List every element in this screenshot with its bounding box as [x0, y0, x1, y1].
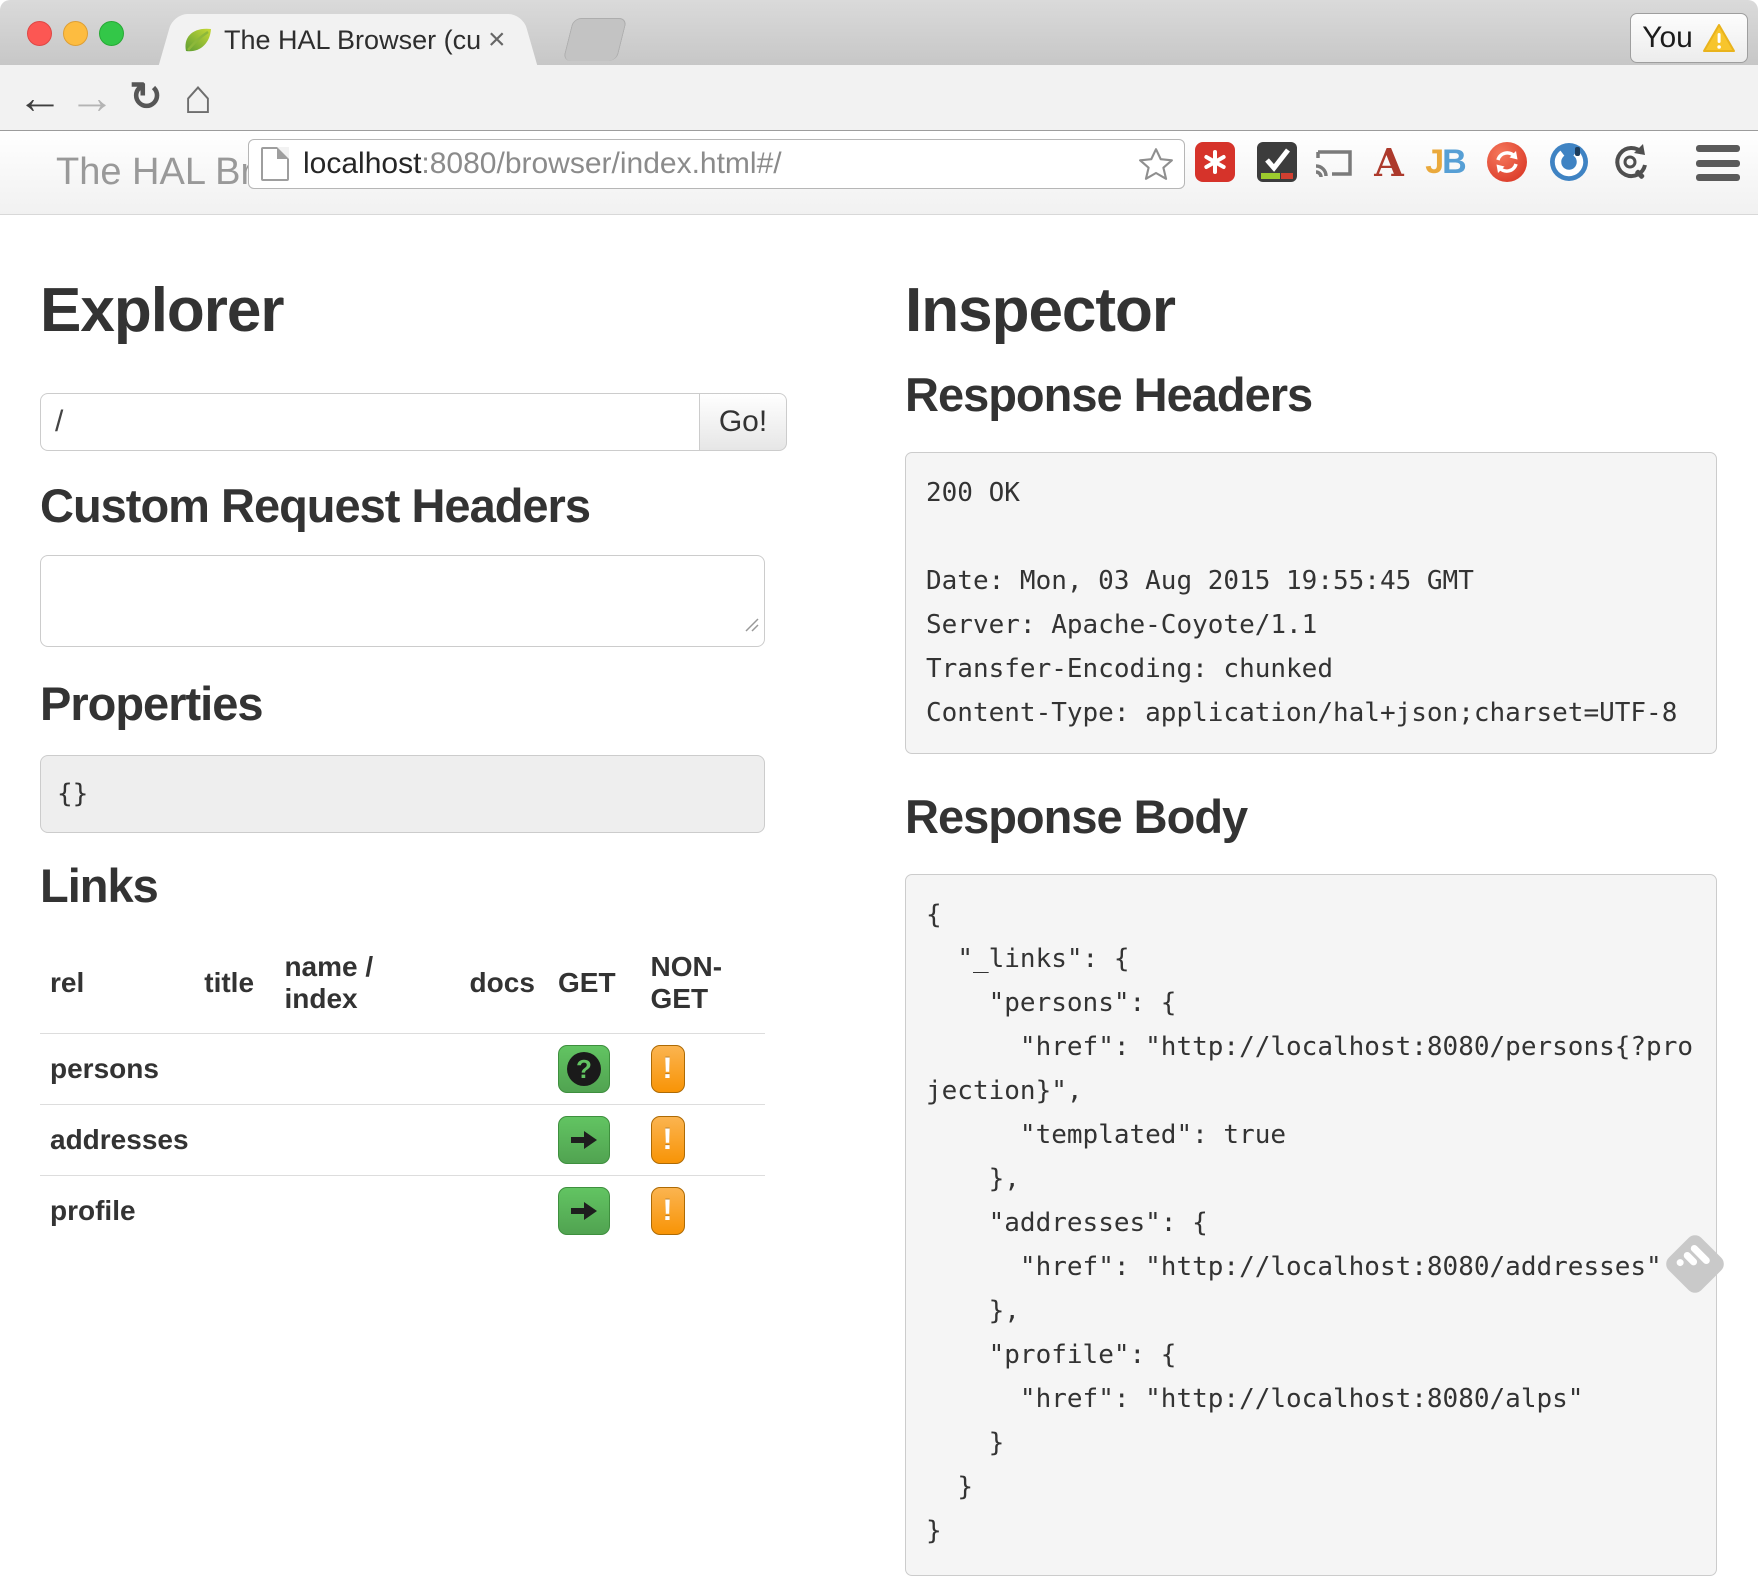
col-docs: docs	[460, 937, 548, 1034]
question-get-icon: ?	[567, 1052, 601, 1086]
address-bar[interactable]: localhost:8080/browser/index.html#/	[248, 139, 1185, 189]
tab-strip: The HAL Browser (customiz × You	[0, 0, 1758, 66]
get-button[interactable]	[558, 1116, 610, 1164]
title-cell	[194, 1034, 274, 1105]
url-text[interactable]: localhost:8080/browser/index.html#/	[303, 147, 782, 181]
non-get-button[interactable]: !	[651, 1045, 685, 1093]
tab-title: The HAL Browser (customiz	[224, 25, 482, 56]
links-table-header-row: rel title name / index docs GET NON-GET	[40, 937, 765, 1034]
rel-cell: addresses	[40, 1105, 194, 1176]
jb-icon[interactable]: JB	[1424, 141, 1466, 183]
properties-heading: Properties	[40, 677, 790, 731]
response-body-heading: Response Body	[905, 790, 1717, 844]
spring-leaf-icon	[180, 23, 214, 57]
response-body-box: { "_links": { "persons": { "href": "http…	[905, 874, 1717, 1576]
col-title: title	[194, 937, 274, 1034]
url-host: localhost	[303, 147, 421, 180]
exclamation-icon: !	[663, 1052, 673, 1086]
non-get-button[interactable]: !	[651, 1187, 685, 1235]
go-button[interactable]: Go!	[699, 393, 787, 451]
docs-cell	[460, 1176, 548, 1247]
new-tab-button[interactable]	[563, 18, 628, 61]
url-path: :8080/browser/index.html#/	[421, 147, 781, 180]
custom-request-headers-heading: Custom Request Headers	[40, 479, 790, 533]
profile-button[interactable]: You	[1630, 13, 1748, 63]
explorer-heading: Explorer	[40, 276, 790, 346]
profile-label: You	[1642, 21, 1693, 55]
title-cell	[194, 1105, 274, 1176]
cast-icon[interactable]	[1312, 141, 1354, 183]
name-index-cell	[274, 1105, 459, 1176]
exclamation-icon: !	[663, 1194, 673, 1228]
page-icon	[261, 147, 289, 181]
bookmark-star-icon[interactable]	[1138, 146, 1174, 182]
home-button[interactable]: ⌂	[172, 65, 224, 129]
back-button[interactable]: ←	[14, 65, 66, 129]
response-headers-box: 200 OK Date: Mon, 03 Aug 2015 19:55:45 G…	[905, 452, 1717, 754]
browser-window: The HAL Browser (customiz × You ← → ↻ ⌂ …	[0, 0, 1758, 1542]
reload-button[interactable]: ↻	[122, 65, 170, 129]
links-heading: Links	[40, 859, 790, 913]
jb-letter-j: J	[1425, 143, 1442, 182]
pie-blue-icon[interactable]	[1548, 141, 1590, 183]
forward-button[interactable]: →	[66, 65, 118, 129]
response-headers-heading: Response Headers	[905, 368, 1717, 422]
letter-a-icon[interactable]: A	[1368, 141, 1410, 183]
properties-value-box	[40, 755, 765, 833]
col-get: GET	[548, 937, 641, 1034]
get-templated-button[interactable]: ?	[558, 1045, 610, 1093]
table-row-profile: profile !	[40, 1176, 765, 1247]
browser-toolbar: ← → ↻ ⌂ localhost:8080/browser/index.htm…	[0, 65, 1758, 131]
docs-cell	[460, 1105, 548, 1176]
title-cell	[194, 1176, 274, 1247]
fullscreen-window-button[interactable]	[99, 21, 124, 46]
refresh-search-icon[interactable]	[1610, 141, 1652, 183]
explorer-path-group: Go!	[40, 393, 790, 451]
hamburger-menu-icon[interactable]	[1696, 145, 1740, 181]
sync-red-icon[interactable]	[1486, 141, 1528, 183]
rel-cell: persons	[40, 1034, 194, 1105]
inspector-column: Inspector Response Headers 200 OK Date: …	[905, 214, 1717, 1576]
lastpass-icon[interactable]	[1194, 141, 1236, 183]
name-index-cell	[274, 1034, 459, 1105]
warning-triangle-icon	[1702, 23, 1736, 53]
table-row-persons: persons ? !	[40, 1034, 765, 1105]
custom-headers-textarea[interactable]	[40, 555, 765, 647]
name-index-cell	[274, 1176, 459, 1247]
tab-close-icon[interactable]: ×	[488, 25, 506, 55]
col-name-index: name / index	[274, 937, 459, 1034]
rel-cell: profile	[40, 1176, 194, 1247]
browser-tab[interactable]: The HAL Browser (customiz ×	[188, 14, 508, 66]
arrow-get-icon	[569, 1199, 599, 1223]
table-row-addresses: addresses !	[40, 1105, 765, 1176]
jb-letter-b: B	[1442, 143, 1465, 182]
explorer-column: Explorer Go! Custom Request Headers Prop…	[40, 214, 790, 1246]
exclamation-icon: !	[663, 1123, 673, 1157]
get-button[interactable]	[558, 1187, 610, 1235]
docs-cell	[460, 1034, 548, 1105]
non-get-button[interactable]: !	[651, 1116, 685, 1164]
inspector-heading: Inspector	[905, 276, 1717, 346]
links-table: rel title name / index docs GET NON-GET …	[40, 937, 765, 1246]
minimize-window-button[interactable]	[63, 21, 88, 46]
check-audit-icon[interactable]	[1256, 141, 1298, 183]
path-input[interactable]	[40, 393, 699, 451]
col-non-get: NON-GET	[641, 937, 765, 1034]
close-window-button[interactable]	[27, 21, 52, 46]
col-rel: rel	[40, 937, 194, 1034]
arrow-get-icon	[569, 1128, 599, 1152]
page-content: Explorer Go! Custom Request Headers Prop…	[0, 214, 1758, 1542]
